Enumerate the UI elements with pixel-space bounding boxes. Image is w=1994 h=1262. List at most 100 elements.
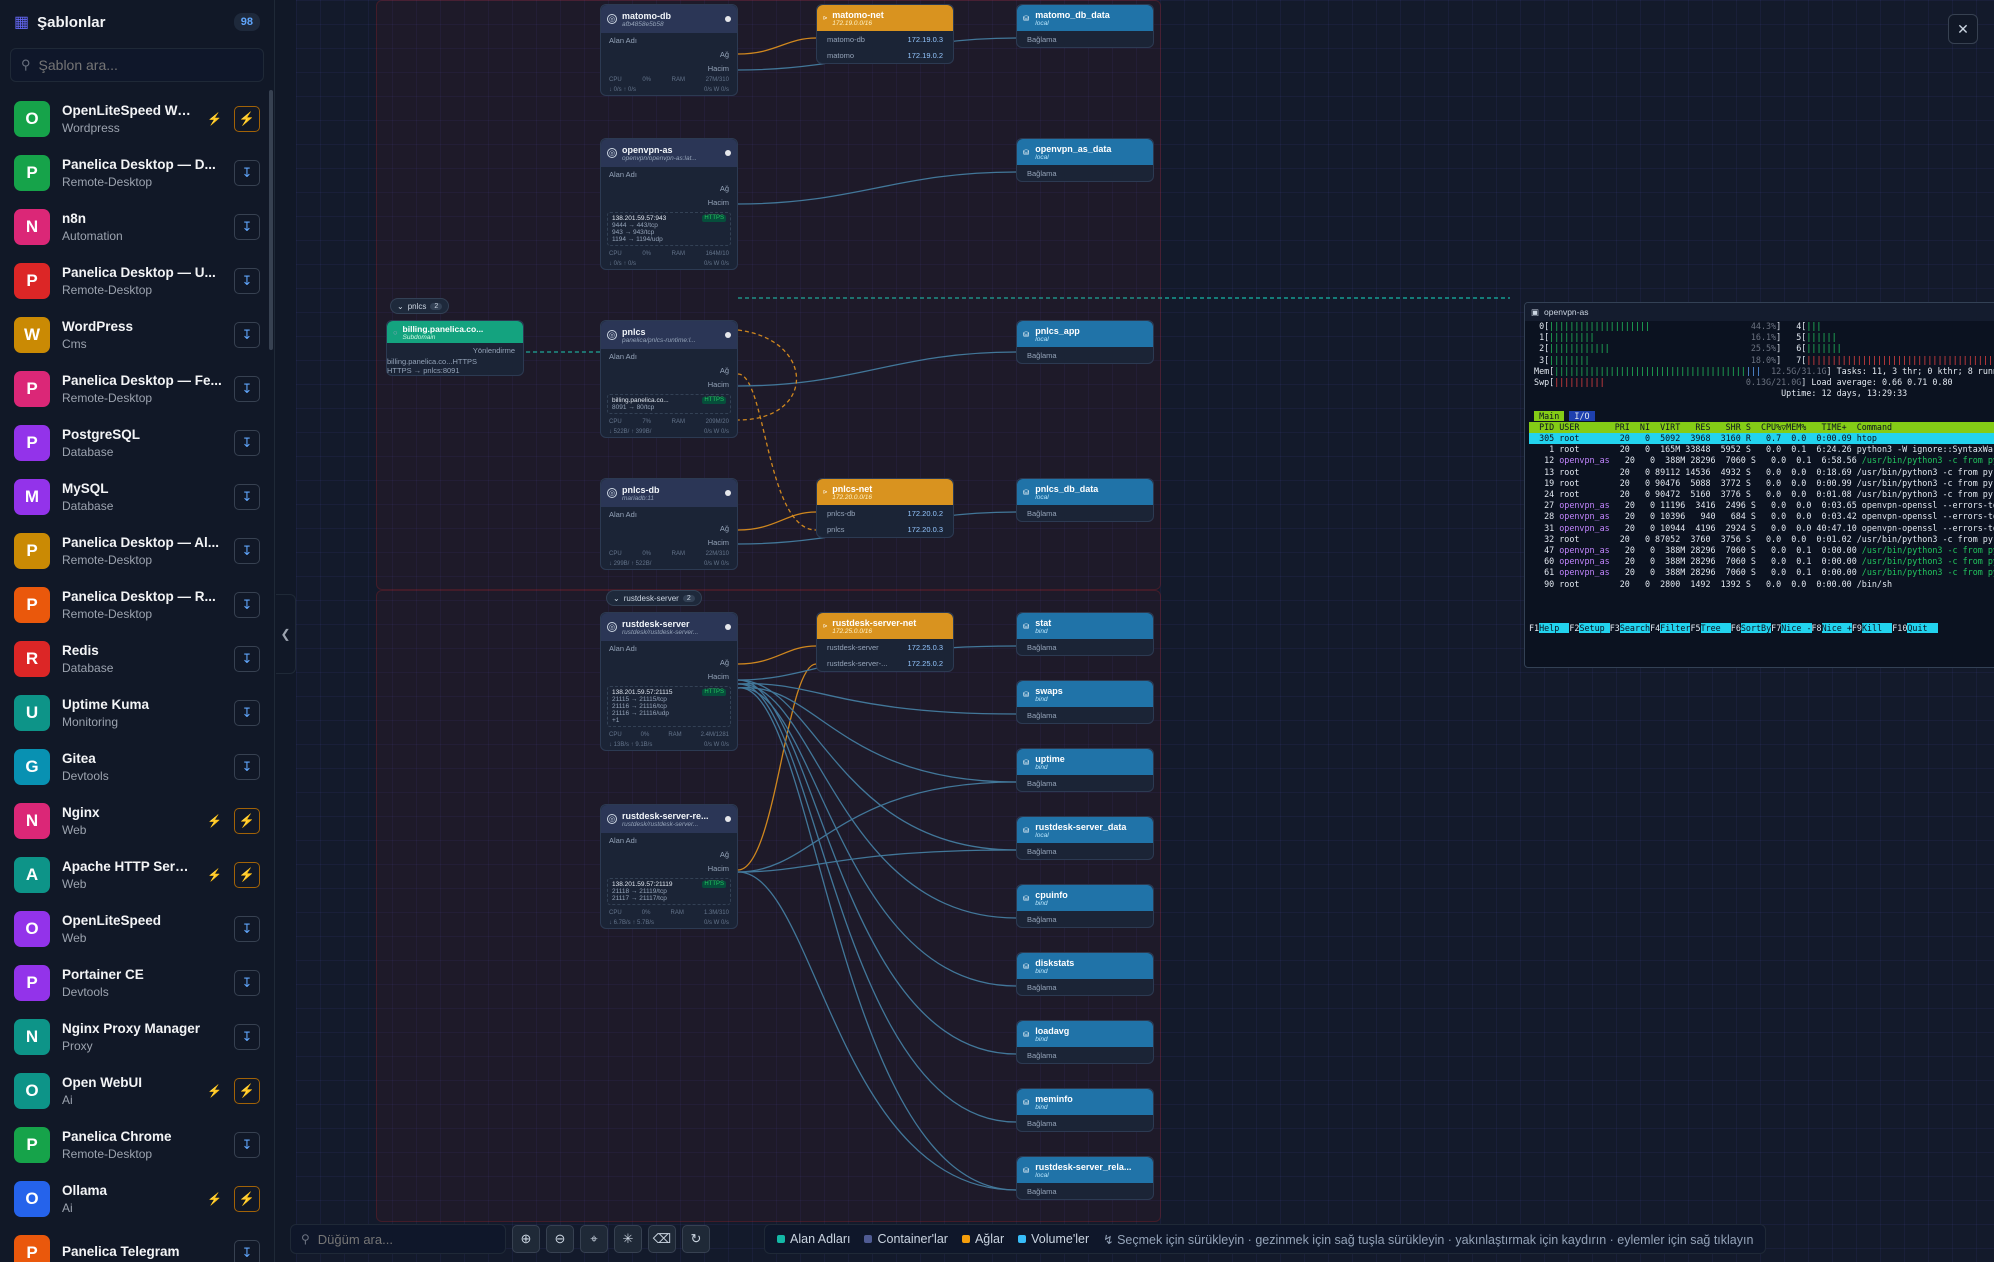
volume-node[interactable]: ⛁ openvpn_as_data local Bağlama — [1016, 138, 1154, 182]
template-search[interactable]: ⚲ — [10, 48, 264, 82]
volume-node[interactable]: ⛁ cpuinfo bind Bağlama — [1016, 884, 1154, 928]
quick-deploy-button[interactable]: ⚡ — [234, 862, 260, 888]
template-item[interactable]: O Ollama Ai ⚡ ⚡ — [6, 1172, 268, 1226]
install-button[interactable]: ↧ — [234, 592, 260, 618]
template-item[interactable]: N Nginx Proxy Manager Proxy ↧ — [6, 1010, 268, 1064]
install-button[interactable]: ↧ — [234, 322, 260, 348]
template-item[interactable]: N Nginx Web ⚡ ⚡ — [6, 794, 268, 848]
quick-deploy-button[interactable]: ⚡ — [234, 808, 260, 834]
container-node[interactable]: ◎ pnlcs-db mariadb:11 Alan Adı Ağ Hacim CPU 0% R… — [600, 478, 738, 570]
template-item[interactable]: O OpenLiteSpeed Web ↧ — [6, 902, 268, 956]
template-item[interactable]: R Redis Database ↧ — [6, 632, 268, 686]
container-node[interactable]: ◎ rustdesk-server-re... rustdesk/rustdesk-… — [600, 804, 738, 929]
template-item[interactable]: P Panelica Desktop — U... Remote-Desktop… — [6, 254, 268, 308]
template-item[interactable]: M MySQL Database ↧ — [6, 470, 268, 524]
container-node[interactable]: ◎ matomo-db afb4858e5b58 Alan Adı Ağ Hacim CPU… — [600, 4, 738, 96]
template-item[interactable]: P Panelica Desktop — D... Remote-Desktop… — [6, 146, 268, 200]
network-name: rustdesk-server-net — [832, 617, 917, 628]
volume-node[interactable]: ⛁ diskstats bind Bağlama — [1016, 952, 1154, 996]
htop-output[interactable]: 0[|||||||||||||||||||| 44.3%] 4[||| 6.7%… — [1525, 321, 1994, 635]
volume-node[interactable]: ⛁ rustdesk-server_rela... local Bağlama — [1016, 1156, 1154, 1200]
install-button[interactable]: ↧ — [234, 268, 260, 294]
template-item[interactable]: P Panelica Telegram ↧ — [6, 1226, 268, 1262]
template-item[interactable]: W WordPress Cms ↧ — [6, 308, 268, 362]
zoom-in-button[interactable]: ⊕ — [512, 1225, 540, 1253]
install-button[interactable]: ↧ — [234, 916, 260, 942]
template-item[interactable]: P PostgreSQL Database ↧ — [6, 416, 268, 470]
template-item[interactable]: P Panelica Desktop — R... Remote-Desktop… — [6, 578, 268, 632]
topology-canvas[interactable]: ⌄ pnlcs 2 ⌄ rustdesk-server 2 ○ billing.… — [296, 0, 1994, 1262]
quick-deploy-button[interactable]: ⚡ — [234, 1078, 260, 1104]
refresh-button[interactable]: ↻ — [682, 1225, 710, 1253]
template-item[interactable]: P Portainer CE Devtools ↧ — [6, 956, 268, 1010]
install-button[interactable]: ↧ — [234, 1024, 260, 1050]
zoom-out-button[interactable]: ⊖ — [546, 1225, 574, 1253]
sidebar-scrollbar[interactable] — [269, 90, 273, 350]
container-icon: ◎ — [607, 622, 617, 632]
volume-node[interactable]: ⛁ meminfo bind Bağlama — [1016, 1088, 1154, 1132]
node-search[interactable]: ⚲ — [290, 1224, 506, 1254]
mount-label: Bağlama — [1027, 846, 1057, 856]
install-button[interactable]: ↧ — [234, 160, 260, 186]
template-name: Gitea — [62, 751, 96, 766]
eraser-button[interactable]: ⌫ — [648, 1225, 676, 1253]
volume-type: bind — [1035, 967, 1048, 975]
container-node[interactable]: ◎ pnlcs panelica/pnlcs-runtime:l... Alan Ad… — [600, 320, 738, 438]
install-button[interactable]: ↧ — [234, 1132, 260, 1158]
bolt-icon: ⚡ — [207, 868, 222, 882]
fit-view-button[interactable]: ⌖ — [580, 1225, 608, 1253]
install-button[interactable]: ↧ — [234, 538, 260, 564]
template-item[interactable]: U Uptime Kuma Monitoring ↧ — [6, 686, 268, 740]
install-button[interactable]: ↧ — [234, 970, 260, 996]
network-node[interactable]: ⪧ pnlcs-net 172.20.0.0/16 pnlcs-db 172.20.0.… — [816, 478, 954, 538]
template-item[interactable]: A Apache HTTP Server Web ⚡ ⚡ — [6, 848, 268, 902]
template-item[interactable]: P Panelica Desktop — Fe... Remote-Deskto… — [6, 362, 268, 416]
container-node[interactable]: ◎ openvpn-as openvpn/openvpn-as:lat... Alan… — [600, 138, 738, 270]
install-button[interactable]: ↧ — [234, 484, 260, 510]
container-icon: ◎ — [607, 148, 617, 158]
group-tag-pnlcs[interactable]: ⌄ pnlcs 2 — [390, 298, 450, 314]
quick-deploy-button[interactable]: ⚡ — [234, 1186, 260, 1212]
port-host: 138.201.59.57:21115 — [612, 689, 673, 696]
close-button[interactable]: ✕ — [1948, 14, 1978, 44]
volume-node[interactable]: ⛁ stat bind Bağlama — [1016, 612, 1154, 656]
volume-node[interactable]: ⛁ pnlcs_app local Bağlama — [1016, 320, 1154, 364]
volume-node[interactable]: ⛁ rustdesk-server_data local Bağlama — [1016, 816, 1154, 860]
network-node[interactable]: ⪧ matomo-net 172.19.0.0/16 matomo-db 172.19.… — [816, 4, 954, 64]
install-button[interactable]: ↧ — [234, 700, 260, 726]
mount-label: Bağlama — [1027, 642, 1057, 652]
port-line: 8091 → 80/tcp — [612, 404, 655, 411]
terminal-window[interactable]: ▣ openvpn-as ⚙ □ ✕ 0[|||||||||||||||||||… — [1524, 302, 1994, 668]
collapse-sidebar-button[interactable]: ❮ — [276, 594, 296, 674]
volume-node[interactable]: ⛁ pnlcs_db_data local Bağlama — [1016, 478, 1154, 522]
install-button[interactable]: ↧ — [234, 1240, 260, 1262]
group-tag-rustdesk[interactable]: ⌄ rustdesk-server 2 — [606, 590, 702, 606]
template-item[interactable]: P Panelica Desktop — Al... Remote-Deskto… — [6, 524, 268, 578]
install-button[interactable]: ↧ — [234, 754, 260, 780]
template-avatar: N — [14, 1019, 50, 1055]
quick-deploy-button[interactable]: ⚡ — [234, 106, 260, 132]
volume-node[interactable]: ⛁ loadavg bind Bağlama — [1016, 1020, 1154, 1064]
domain-node[interactable]: ○ billing.panelica.co... Subdomain Yönlen… — [386, 320, 524, 376]
install-button[interactable]: ↧ — [234, 430, 260, 456]
template-item[interactable]: G Gitea Devtools ↧ — [6, 740, 268, 794]
template-item[interactable]: N n8n Automation ↧ — [6, 200, 268, 254]
template-item[interactable]: O OpenLiteSpeed Wo... Wordpress ⚡ ⚡ — [6, 92, 268, 146]
network-node[interactable]: ⪧ rustdesk-server-net 172.25.0.0/16 rustdes… — [816, 612, 954, 672]
volume-node[interactable]: ⛁ swaps bind Bağlama — [1016, 680, 1154, 724]
install-button[interactable]: ↧ — [234, 214, 260, 240]
volume-label: Hacim — [707, 863, 729, 873]
legend: Alan Adları Container'lar Ağlar Volume'l… — [764, 1224, 1767, 1254]
layout-button[interactable]: ✳ — [614, 1225, 642, 1253]
container-node[interactable]: ◎ rustdesk-server rustdesk/rustdesk-server… — [600, 612, 738, 751]
volume-node[interactable]: ⛁ uptime bind Bağlama — [1016, 748, 1154, 792]
install-button[interactable]: ↧ — [234, 376, 260, 402]
template-search-input[interactable] — [38, 57, 239, 73]
network-row: Ağ — [601, 655, 737, 669]
install-button[interactable]: ↧ — [234, 646, 260, 672]
node-search-input[interactable] — [317, 1231, 488, 1247]
template-item[interactable]: O Open WebUI Ai ⚡ ⚡ — [6, 1064, 268, 1118]
volume-node[interactable]: ⛁ matomo_db_data local Bağlama — [1016, 4, 1154, 48]
close-icon: ✕ — [1957, 20, 1969, 37]
template-item[interactable]: P Panelica Chrome Remote-Desktop ↧ — [6, 1118, 268, 1172]
